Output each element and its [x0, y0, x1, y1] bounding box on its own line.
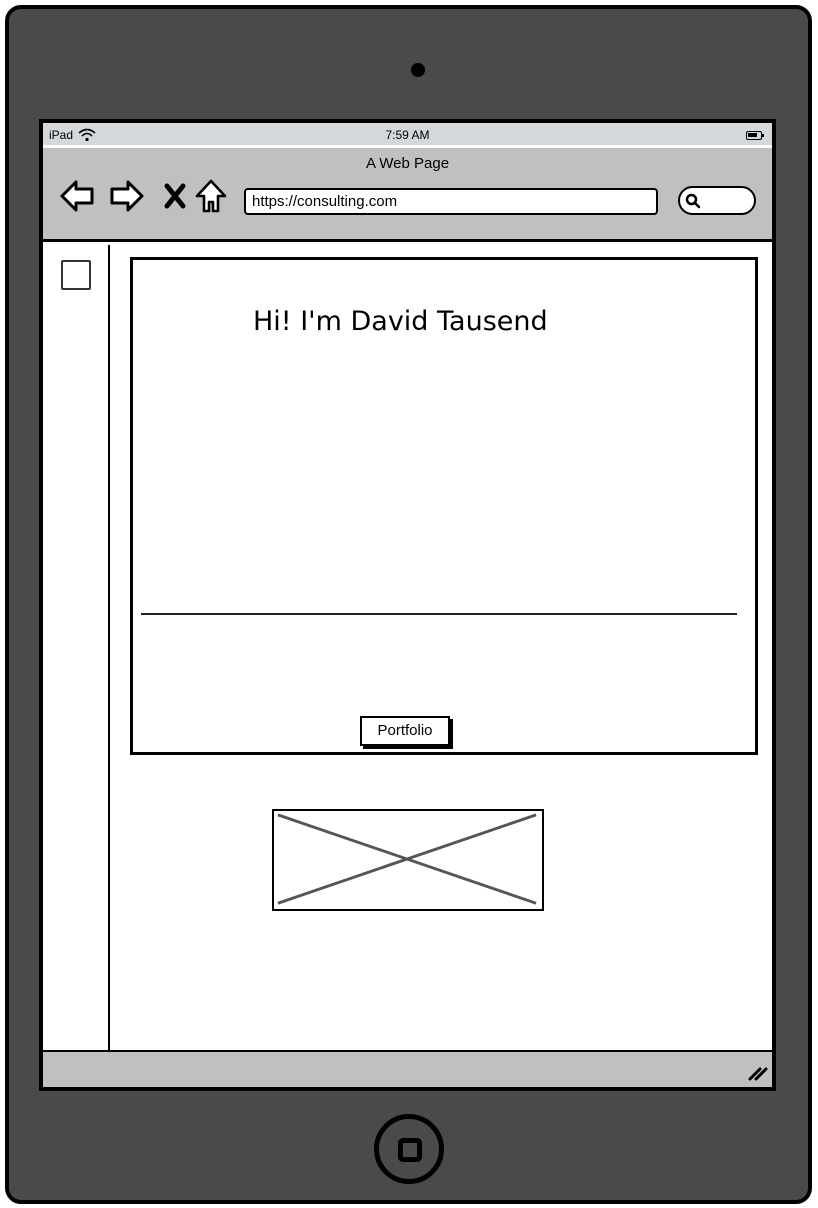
home-icon[interactable]	[193, 178, 229, 214]
search-field[interactable]	[678, 186, 756, 215]
device-home-button[interactable]	[374, 1114, 444, 1184]
image-placeholder-cross-icon	[277, 813, 537, 905]
forward-arrow-icon[interactable]	[109, 178, 145, 214]
home-square-icon	[398, 1138, 422, 1162]
browser-toolbar: A Web Page https://consulting.com	[43, 148, 772, 242]
sidebar-checkbox[interactable]	[61, 260, 91, 290]
back-arrow-icon[interactable]	[59, 178, 95, 214]
resize-handle-icon[interactable]	[746, 1062, 768, 1082]
url-field[interactable]: https://consulting.com	[244, 188, 658, 215]
portfolio-button[interactable]: Portfolio	[360, 716, 450, 746]
battery-icon	[746, 131, 764, 140]
image-placeholder	[272, 809, 544, 911]
bottom-bar	[43, 1050, 772, 1087]
search-icon	[685, 193, 701, 209]
hero-panel: Hi! I'm David Tausend Portfolio	[130, 257, 758, 755]
close-icon[interactable]	[157, 178, 193, 214]
sidebar	[43, 245, 110, 1050]
camera-icon	[411, 63, 425, 77]
hero-title: Hi! I'm David Tausend	[253, 306, 548, 337]
page-title: A Web Page	[365, 155, 450, 172]
status-bar: iPad 7:59 AM	[43, 123, 772, 148]
status-time: 7:59 AM	[385, 128, 430, 142]
device-screen: iPad 7:59 AM A Web Page https://consulti…	[39, 119, 776, 1091]
hero-divider	[141, 613, 737, 615]
